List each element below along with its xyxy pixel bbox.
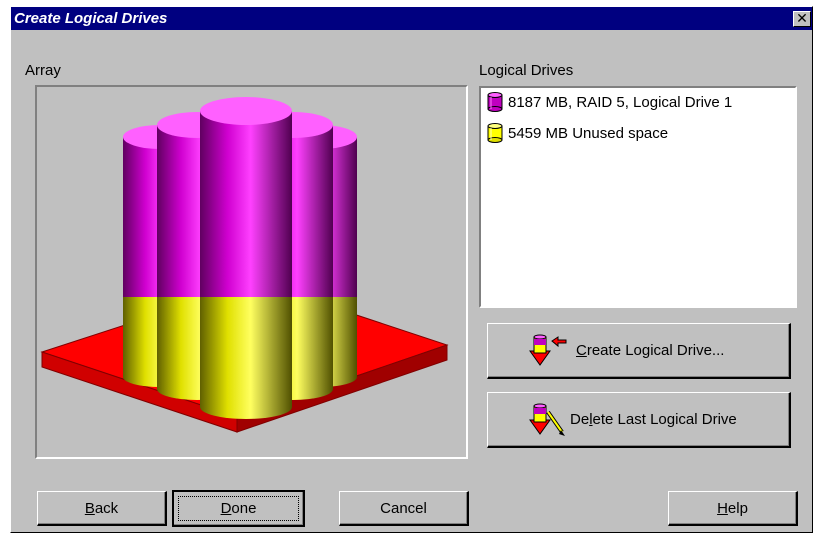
focus-indicator — [178, 496, 299, 521]
list-item-text: 8187 MB, RAID 5, Logical Drive 1 — [508, 93, 733, 111]
title-bar: Create Logical Drives ✕ — [11, 7, 812, 30]
create-drive-icon — [529, 334, 567, 366]
list-item-text: 5459 MB Unused space — [508, 124, 669, 142]
array-3d-graphic — [40, 97, 449, 433]
logical-drives-list[interactable]: 8187 MB, RAID 5, Logical Drive 1 5459 MB… — [479, 86, 797, 308]
close-button[interactable]: ✕ — [793, 11, 811, 27]
delete-drive-icon — [529, 403, 565, 436]
done-button[interactable]: Done — [172, 490, 305, 527]
create-logical-drive-button[interactable]: Create Logical Drive... — [487, 323, 791, 379]
list-item[interactable]: 5459 MB Unused space — [487, 122, 668, 144]
back-button[interactable]: Back — [37, 491, 167, 526]
array-visualization — [35, 85, 468, 459]
help-button[interactable]: Help — [668, 491, 798, 526]
yellow-drive-icon — [487, 123, 503, 143]
cancel-button-label: Cancel — [380, 499, 427, 517]
delete-last-logical-drive-label: De l ete Last Logical Drive — [570, 411, 737, 428]
window-title: Create Logical Drives — [14, 10, 168, 27]
delete-last-logical-drive-button[interactable]: De l ete Last Logical Drive — [487, 392, 791, 448]
close-icon: ✕ — [796, 10, 808, 26]
purple-drive-icon — [487, 92, 503, 112]
disk-cylinder-5 — [200, 97, 292, 419]
help-button-label: Help — [717, 499, 748, 517]
array-label: Array — [25, 62, 61, 79]
cancel-button[interactable]: Cancel — [339, 491, 469, 526]
back-button-label: Back — [84, 499, 119, 517]
list-item[interactable]: 8187 MB, RAID 5, Logical Drive 1 — [487, 91, 732, 113]
logical-drives-label: Logical Drives — [479, 62, 574, 79]
create-logical-drive-label: Create Logical Drive... — [576, 342, 725, 359]
create-logical-drives-dialog: Create Logical Drives ✕ Array Logical Dr… — [10, 6, 813, 533]
